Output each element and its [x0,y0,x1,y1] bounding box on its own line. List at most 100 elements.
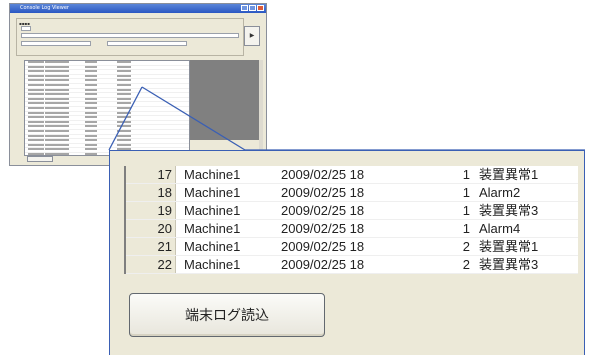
log-grid: 17 Machine1 2009/02/25 18 1 装置異常1 18 Mac… [124,166,578,274]
table-row[interactable]: 21 Machine1 2009/02/25 18 2 装置異常1 [126,238,578,256]
thumb-cell [28,74,44,77]
thumb-cell [117,116,131,119]
thumb-cell [45,93,69,96]
thumb-cell [85,129,97,132]
thumb-cell [28,134,44,137]
thumb-cell [117,83,131,86]
row-index: 21 [126,238,176,255]
thumb-cell [85,116,97,119]
thumb-cell [117,139,131,142]
close-icon[interactable] [257,5,264,11]
thumb-cell [45,143,69,146]
thumb-cell [117,88,131,91]
thumb-cell [117,111,131,114]
row-index: 22 [126,256,176,273]
thumb-cell [85,106,97,109]
thumb-cell [85,88,97,91]
thumb-cell [85,134,97,137]
table-row[interactable]: 20 Machine1 2009/02/25 18 1 Alarm4 [126,220,578,238]
filter-field-1[interactable] [21,26,31,31]
thumb-cell [45,120,69,123]
filter-field-3[interactable] [21,41,91,46]
thumb-cell [117,120,131,123]
thumb-cell [28,88,44,91]
thumb-cell [85,70,97,73]
thumbnail-title: Console Log Viewer [20,5,69,11]
date-cell: 2009/02/25 18 [281,203,365,218]
thumb-cell [117,70,131,73]
machine-cell: Machine1 [184,203,241,218]
thumb-cell [45,116,69,119]
alarm-cell: 装置異常3 [479,203,539,218]
thumb-cell [28,120,44,123]
thumb-cell [28,129,44,132]
thumb-cell [85,79,97,82]
thumb-cell [85,102,97,105]
thumb-cell [117,61,131,63]
thumb-cell [117,129,131,132]
log-list-thumbnail[interactable] [24,60,190,156]
thumb-cell [85,97,97,100]
row-index: 19 [126,202,176,219]
thumb-cell [117,102,131,105]
filter-group: ▪▪▪▪ [16,18,244,56]
load-terminal-log-button[interactable]: 端末ログ読込 [129,293,325,337]
date-cell: 2009/02/25 18 [281,185,365,200]
thumb-cell [117,125,131,128]
table-row[interactable]: 22 Machine1 2009/02/25 18 2 装置異常3 [126,256,578,274]
thumb-cell [28,79,44,82]
window-controls [241,5,264,11]
thumb-cell [85,143,97,146]
machine-cell: Machine1 [184,167,241,182]
thumb-cell [85,120,97,123]
preview-pane [190,60,261,140]
thumb-cell [45,111,69,114]
thumb-cell [117,79,131,82]
maximize-icon[interactable] [249,5,256,11]
filter-field-4[interactable] [107,41,187,46]
table-row[interactable]: 18 Machine1 2009/02/25 18 1 Alarm2 [126,184,578,202]
load-log-button-thumbnail[interactable] [27,156,53,162]
row-index: 17 [126,166,176,183]
count-cell: 1 [462,203,470,218]
thumb-cell [28,125,44,128]
minimize-icon[interactable] [241,5,248,11]
thumb-cell [45,102,69,105]
alarm-cell: 装置異常3 [479,257,539,272]
machine-cell: Machine1 [184,185,241,200]
thumb-cell [28,83,44,86]
thumb-cell [45,83,69,86]
zoom-panel: 17 Machine1 2009/02/25 18 1 装置異常1 18 Mac… [109,150,585,355]
machine-cell: Machine1 [184,221,241,236]
date-cell: 2009/02/25 18 [281,239,365,254]
thumb-cell [117,93,131,96]
thumb-cell [85,65,97,68]
row-index: 18 [126,184,176,201]
go-button[interactable]: ▶ [244,26,260,46]
thumb-cell [45,97,69,100]
count-cell: 1 [462,185,470,200]
thumb-cell [85,139,97,142]
thumb-cell [85,74,97,77]
thumb-cell [28,116,44,119]
thumb-cell [28,93,44,96]
filter-field-2[interactable] [21,33,239,38]
thumb-cell [45,129,69,132]
table-row[interactable]: 19 Machine1 2009/02/25 18 1 装置異常3 [126,202,578,220]
thumb-cell [85,61,97,63]
alarm-cell: Alarm2 [479,185,521,200]
thumb-cell [28,65,44,68]
thumbnail-window: Console Log Viewer ▪▪▪▪ ▶ [9,3,267,166]
thumb-cell [28,148,44,151]
thumb-cell [28,106,44,109]
thumb-cell [28,139,44,142]
alarm-cell: Alarm4 [479,221,521,236]
thumb-cell [85,148,97,151]
count-cell: 1 [462,221,470,236]
table-row[interactable]: 17 Machine1 2009/02/25 18 1 装置異常1 [126,166,578,184]
scrollbar[interactable] [259,60,263,156]
thumb-cell [45,134,69,137]
date-cell: 2009/02/25 18 [281,167,365,182]
thumb-cell [28,70,44,73]
thumb-cell [45,70,69,73]
